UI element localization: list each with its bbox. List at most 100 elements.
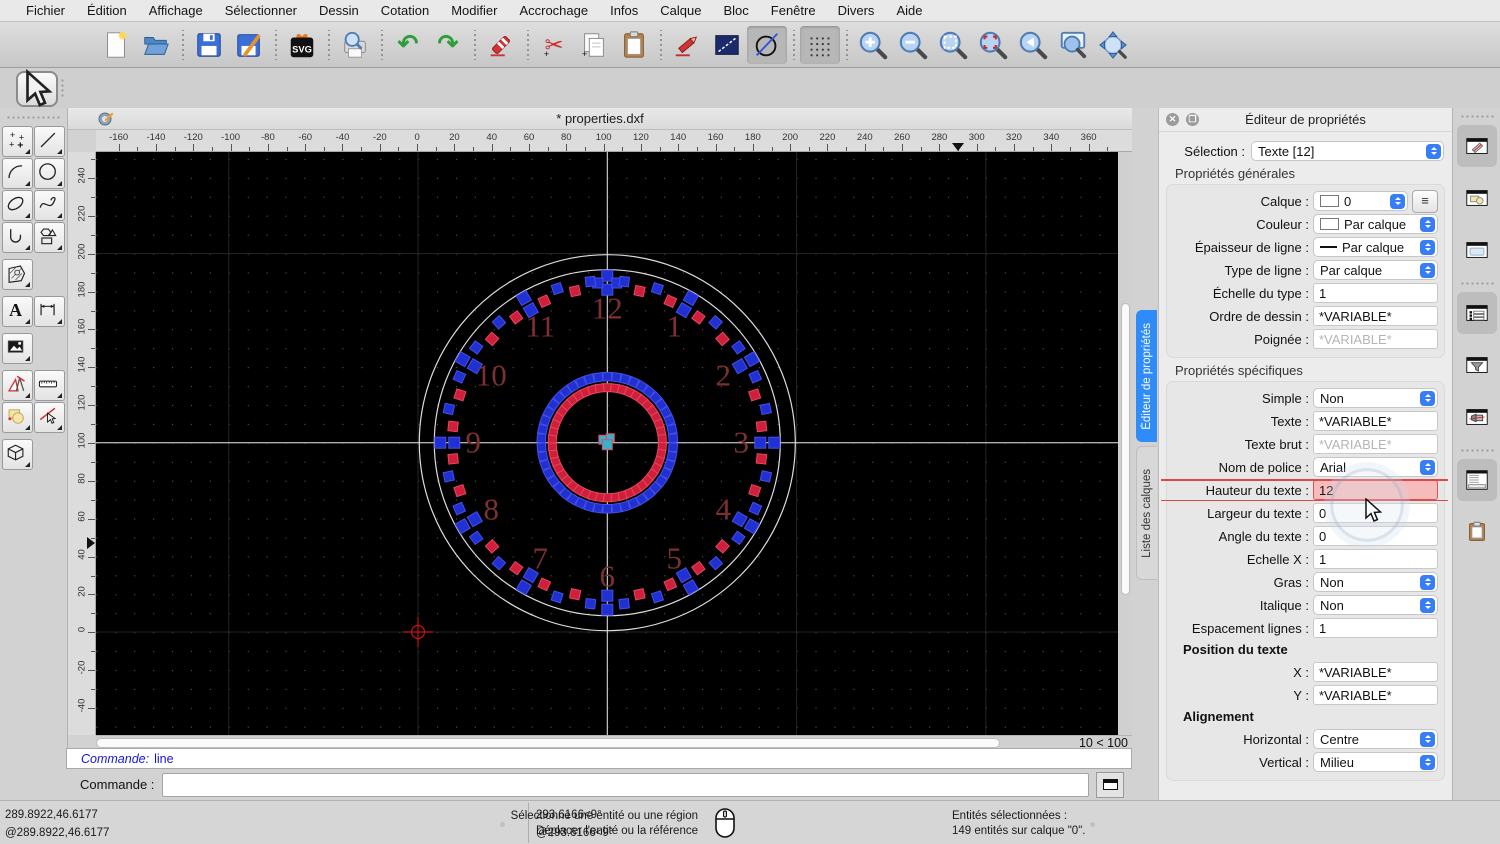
horizontal-scrollbar[interactable]: 10 < 100 (96, 735, 1132, 749)
menu-aide[interactable]: Aide (885, 3, 933, 18)
menu-fenetre[interactable]: Fenêtre (760, 3, 827, 18)
draw-circle-button[interactable] (34, 158, 65, 189)
detach-command-line-button[interactable] (1096, 772, 1124, 798)
property-combobox[interactable]: Par calque (1313, 214, 1438, 234)
undo-button[interactable]: ↶ (388, 26, 428, 64)
red-pencil-button[interactable] (667, 26, 707, 64)
draw-ellipse-button[interactable] (2, 190, 33, 221)
zoom-pan-button[interactable] (1093, 26, 1133, 64)
save-as-button[interactable] (229, 26, 269, 64)
save-button[interactable] (189, 26, 229, 64)
menu-accrochage[interactable]: Accrochage (508, 3, 599, 18)
toolbar-handle[interactable] (60, 78, 66, 98)
property-input[interactable]: 0 (1313, 503, 1438, 523)
property-combobox[interactable]: Milieu (1313, 752, 1438, 772)
palette-handle[interactable] (6, 115, 62, 121)
zoom-out-button[interactable] (893, 26, 933, 64)
menu-affichage[interactable]: Affichage (138, 3, 214, 18)
panel-layer-list-button[interactable] (1457, 292, 1497, 334)
panel-blocks-button[interactable] (1457, 177, 1497, 219)
property-input[interactable]: 12 (1313, 480, 1438, 500)
open-file-button[interactable] (136, 26, 176, 64)
property-combobox[interactable]: Arial (1313, 457, 1438, 477)
menu-bloc[interactable]: Bloc (712, 3, 759, 18)
menu-calque[interactable]: Calque (649, 3, 712, 18)
menu-edition[interactable]: Édition (76, 3, 138, 18)
draw-text-button[interactable]: A (2, 296, 33, 327)
menu-dessin[interactable]: Dessin (308, 3, 370, 18)
zoom-selection-button[interactable] (973, 26, 1013, 64)
property-input[interactable]: 1 (1313, 618, 1438, 638)
panel-selection-filter-button[interactable] (1457, 344, 1497, 386)
draw-polyline-button[interactable] (2, 222, 33, 253)
panel-clipboard-button[interactable] (1457, 511, 1497, 553)
property-input[interactable]: *VARIABLE* (1313, 306, 1438, 326)
tab-property-editor[interactable]: Éditeur de propriétés (1136, 310, 1157, 442)
zoom-window-button[interactable] (1053, 26, 1093, 64)
drafting-tools-button[interactable] (2, 370, 33, 401)
vertical-scrollbar[interactable] (1118, 152, 1132, 735)
draw-hatch-button[interactable] (2, 259, 33, 290)
zoom-in-button[interactable] (853, 26, 893, 64)
select-line-button[interactable] (34, 402, 65, 433)
property-input[interactable]: 0 (1313, 526, 1438, 546)
menu-selectionner[interactable]: Sélectionner (214, 3, 308, 18)
measure-tool-button[interactable] (34, 370, 65, 401)
cut-button[interactable]: ✂+ (534, 26, 574, 64)
circle-slash-button[interactable] (747, 26, 787, 64)
property-input[interactable]: *VARIABLE* (1313, 411, 1438, 431)
line-swatch-icon (1320, 246, 1337, 248)
property-combobox[interactable]: 0 (1313, 191, 1408, 211)
erase-button[interactable] (481, 26, 521, 64)
menu-fichier[interactable]: Fichier (15, 3, 76, 18)
copy-button[interactable]: + (574, 26, 614, 64)
redo-button[interactable]: ↷ (428, 26, 468, 64)
menu-infos[interactable]: Infos (599, 3, 649, 18)
paste-button[interactable] (614, 26, 654, 64)
draw-arc-button[interactable] (2, 158, 33, 189)
insert-image-button[interactable] (2, 333, 33, 364)
panel-command-history-button[interactable] (1457, 459, 1497, 501)
property-combobox[interactable]: Non (1313, 388, 1438, 408)
menu-divers[interactable]: Divers (827, 3, 886, 18)
panel-property-editor-button[interactable] (1457, 125, 1497, 167)
view-3d-button[interactable] (2, 439, 33, 470)
property-combobox[interactable]: Centre (1313, 729, 1438, 749)
horizontal-scrollbar-thumb[interactable] (96, 738, 1000, 748)
command-input[interactable] (162, 773, 1089, 797)
drawing-canvas[interactable]: 121234567891011 (96, 152, 1118, 735)
draw-shape-button[interactable] (34, 222, 65, 253)
vertical-scrollbar-thumb[interactable] (1121, 303, 1130, 595)
print-preview-button[interactable] (335, 26, 375, 64)
property-input[interactable]: *VARIABLE* (1313, 662, 1438, 682)
modify-shapes-button[interactable] (2, 402, 33, 433)
selection-box-button[interactable] (707, 26, 747, 64)
zoom-previous-button[interactable] (1013, 26, 1053, 64)
panel-library-button[interactable] (1457, 396, 1497, 438)
print-preview-icon (340, 30, 370, 60)
panel-viewport-button[interactable] (1457, 229, 1497, 271)
tab-layer-list[interactable]: Liste des calques (1136, 446, 1157, 580)
property-input[interactable]: *VARIABLE* (1313, 685, 1438, 705)
menu-modifier[interactable]: Modifier (440, 3, 508, 18)
property-combobox[interactable]: Non (1313, 572, 1438, 592)
draw-spline-button[interactable] (34, 190, 65, 221)
property-combobox[interactable]: Par calque (1313, 260, 1438, 280)
add-point-button[interactable]: ++++ (2, 126, 33, 157)
draw-line-button[interactable] (34, 126, 65, 157)
select-tool-button[interactable] (16, 71, 58, 107)
property-input[interactable]: 1 (1313, 283, 1438, 303)
layer-menu-button[interactable]: ≡ (1412, 190, 1438, 213)
grid-dots-button[interactable] (800, 26, 840, 64)
v-ruler-label: 120 (77, 391, 88, 415)
property-input[interactable]: 1 (1313, 549, 1438, 569)
draw-dimension-button[interactable] (34, 296, 65, 327)
property-combobox[interactable]: Par calque (1313, 237, 1438, 257)
new-file-button[interactable] (96, 26, 136, 64)
zoom-auto-button[interactable] (933, 26, 973, 64)
command-prompt-label: Commande : (80, 777, 154, 792)
svg-export-button[interactable]: SVG (282, 26, 322, 64)
menu-cotation[interactable]: Cotation (370, 3, 440, 18)
property-combobox[interactable]: Non (1313, 595, 1438, 615)
selection-combobox[interactable]: Texte [12] (1251, 141, 1444, 161)
